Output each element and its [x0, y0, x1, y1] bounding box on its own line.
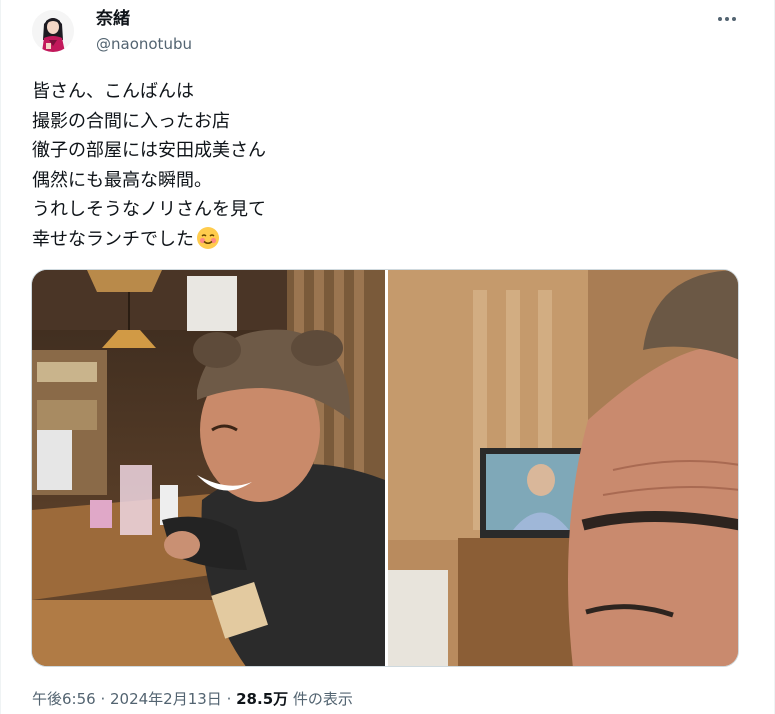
avatar-illustration: [32, 10, 74, 52]
tweet-line: 皆さん、こんばんは: [32, 81, 194, 102]
restaurant-laughing-man-photo[interactable]: [32, 270, 385, 666]
tweet-time[interactable]: 午後6:56: [32, 690, 96, 708]
more-options-button[interactable]: [713, 8, 741, 30]
tweet-date[interactable]: 2024年2月13日: [110, 690, 222, 708]
tweet-meta: 午後6:56 · 2024年2月13日 · 28.5万 件の表示: [32, 690, 353, 708]
tweet-line: 撮影の合間に入ったお店: [32, 110, 230, 132]
media-grid: [31, 269, 739, 667]
tweet-line: うれしそうなノリさんを見て: [32, 199, 266, 220]
photo-illustration: [388, 270, 738, 666]
tweet-line: 徹子の部屋には安田成美さん: [32, 140, 266, 161]
views-label: 件の表示: [288, 690, 353, 708]
smiling-face-with-blush-emoji-icon: [197, 226, 219, 249]
more-horizontal-icon: [718, 17, 722, 21]
tweet-card: 奈緒 @naonotubu 皆さん、こんばんは 撮影の合間に入ったお店 徹子の部…: [0, 0, 775, 714]
views-count[interactable]: 28.5万: [236, 690, 288, 708]
photo-illustration: [32, 270, 385, 666]
tweet-line-last: 幸せなランチでした: [32, 225, 732, 255]
tweet-line: 偶然にも最高な瞬間。: [32, 169, 212, 191]
tv-closeup-eyebrow-photo[interactable]: [388, 270, 738, 666]
author-handle[interactable]: @naonotubu: [96, 34, 192, 54]
author-name[interactable]: 奈緒: [96, 8, 130, 30]
tweet-text: 皆さん、こんばんは 撮影の合間に入ったお店 徹子の部屋には安田成美さん 偶然にも…: [32, 77, 732, 254]
avatar[interactable]: [32, 10, 74, 52]
